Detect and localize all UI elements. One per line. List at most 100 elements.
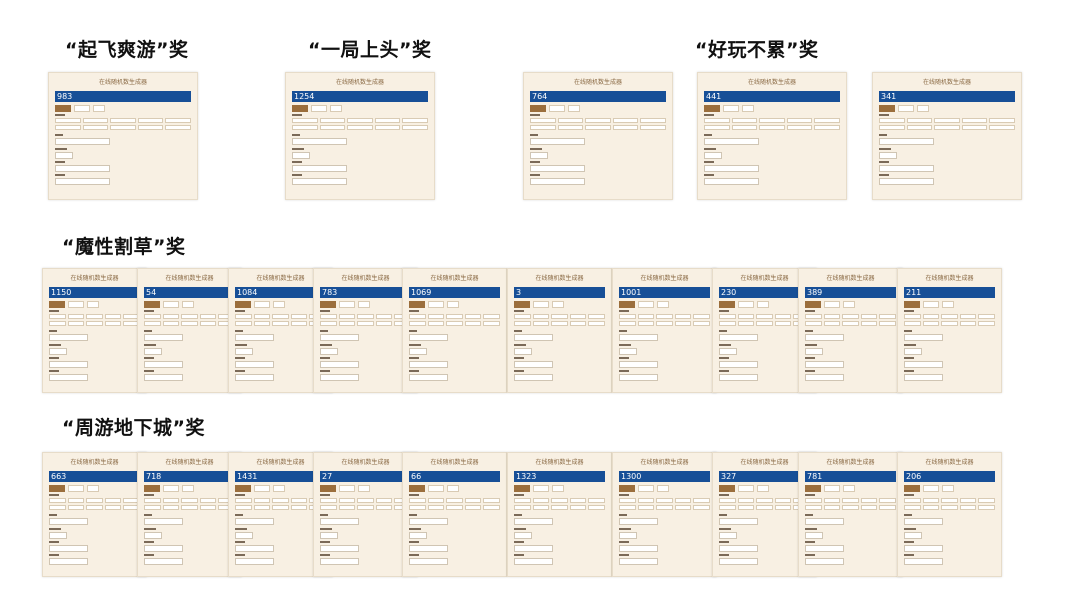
mode-button[interactable] — [898, 105, 914, 112]
repeat-select[interactable] — [879, 152, 897, 159]
mode-button[interactable] — [552, 485, 564, 492]
max-input[interactable] — [144, 374, 183, 381]
mode-button[interactable] — [163, 301, 179, 308]
generate-button[interactable] — [514, 485, 530, 492]
generate-button[interactable] — [409, 301, 425, 308]
count-input[interactable] — [144, 518, 183, 525]
min-input[interactable] — [619, 361, 658, 368]
count-input[interactable] — [144, 334, 183, 341]
mode-button[interactable] — [93, 105, 105, 112]
min-input[interactable] — [144, 361, 183, 368]
generate-button[interactable] — [805, 301, 821, 308]
generate-button[interactable] — [320, 301, 336, 308]
max-input[interactable] — [719, 558, 758, 565]
generate-button[interactable] — [719, 301, 735, 308]
repeat-select[interactable] — [805, 348, 823, 355]
generate-button[interactable] — [619, 485, 635, 492]
generate-button[interactable] — [49, 301, 65, 308]
min-input[interactable] — [292, 165, 347, 172]
mode-button[interactable] — [182, 301, 194, 308]
min-input[interactable] — [320, 545, 359, 552]
repeat-select[interactable] — [514, 532, 532, 539]
max-input[interactable] — [235, 558, 274, 565]
generate-button[interactable] — [49, 485, 65, 492]
mode-button[interactable] — [273, 301, 285, 308]
mode-button[interactable] — [657, 485, 669, 492]
mode-button[interactable] — [254, 301, 270, 308]
mode-button[interactable] — [533, 301, 549, 308]
min-input[interactable] — [904, 361, 943, 368]
mode-button[interactable] — [358, 301, 370, 308]
repeat-select[interactable] — [904, 348, 922, 355]
min-input[interactable] — [719, 361, 758, 368]
max-input[interactable] — [320, 558, 359, 565]
max-input[interactable] — [514, 374, 553, 381]
repeat-select[interactable] — [514, 348, 532, 355]
count-input[interactable] — [320, 334, 359, 341]
min-input[interactable] — [55, 165, 110, 172]
mode-button[interactable] — [311, 105, 327, 112]
mode-button[interactable] — [68, 301, 84, 308]
min-input[interactable] — [805, 361, 844, 368]
mode-button[interactable] — [638, 485, 654, 492]
max-input[interactable] — [49, 374, 88, 381]
max-input[interactable] — [805, 558, 844, 565]
min-input[interactable] — [879, 165, 934, 172]
mode-button[interactable] — [568, 105, 580, 112]
repeat-select[interactable] — [719, 348, 737, 355]
max-input[interactable] — [719, 374, 758, 381]
repeat-select[interactable] — [530, 152, 548, 159]
count-input[interactable] — [55, 138, 110, 145]
repeat-select[interactable] — [409, 532, 427, 539]
generate-button[interactable] — [904, 485, 920, 492]
mode-button[interactable] — [74, 105, 90, 112]
mode-button[interactable] — [339, 301, 355, 308]
count-input[interactable] — [879, 138, 934, 145]
repeat-select[interactable] — [144, 348, 162, 355]
mode-button[interactable] — [742, 105, 754, 112]
mode-button[interactable] — [757, 485, 769, 492]
repeat-select[interactable] — [904, 532, 922, 539]
generate-button[interactable] — [292, 105, 308, 112]
generate-button[interactable] — [904, 301, 920, 308]
count-input[interactable] — [292, 138, 347, 145]
min-input[interactable] — [619, 545, 658, 552]
max-input[interactable] — [144, 558, 183, 565]
max-input[interactable] — [235, 374, 274, 381]
min-input[interactable] — [409, 361, 448, 368]
generate-button[interactable] — [719, 485, 735, 492]
generate-button[interactable] — [619, 301, 635, 308]
count-input[interactable] — [409, 518, 448, 525]
max-input[interactable] — [49, 558, 88, 565]
generate-button[interactable] — [235, 485, 251, 492]
mode-button[interactable] — [68, 485, 84, 492]
mode-button[interactable] — [638, 301, 654, 308]
mode-button[interactable] — [843, 485, 855, 492]
mode-button[interactable] — [923, 301, 939, 308]
min-input[interactable] — [235, 361, 274, 368]
count-input[interactable] — [805, 518, 844, 525]
max-input[interactable] — [320, 374, 359, 381]
max-input[interactable] — [619, 374, 658, 381]
generate-button[interactable] — [409, 485, 425, 492]
count-input[interactable] — [619, 518, 658, 525]
generate-button[interactable] — [704, 105, 720, 112]
repeat-select[interactable] — [49, 348, 67, 355]
repeat-select[interactable] — [704, 152, 722, 159]
min-input[interactable] — [320, 361, 359, 368]
max-input[interactable] — [879, 178, 934, 185]
count-input[interactable] — [409, 334, 448, 341]
min-input[interactable] — [704, 165, 759, 172]
repeat-select[interactable] — [320, 348, 338, 355]
repeat-select[interactable] — [49, 532, 67, 539]
repeat-select[interactable] — [144, 532, 162, 539]
mode-button[interactable] — [917, 105, 929, 112]
generate-button[interactable] — [530, 105, 546, 112]
generate-button[interactable] — [514, 301, 530, 308]
mode-button[interactable] — [447, 301, 459, 308]
mode-button[interactable] — [254, 485, 270, 492]
generate-button[interactable] — [144, 485, 160, 492]
max-input[interactable] — [514, 558, 553, 565]
mode-button[interactable] — [738, 485, 754, 492]
max-input[interactable] — [805, 374, 844, 381]
